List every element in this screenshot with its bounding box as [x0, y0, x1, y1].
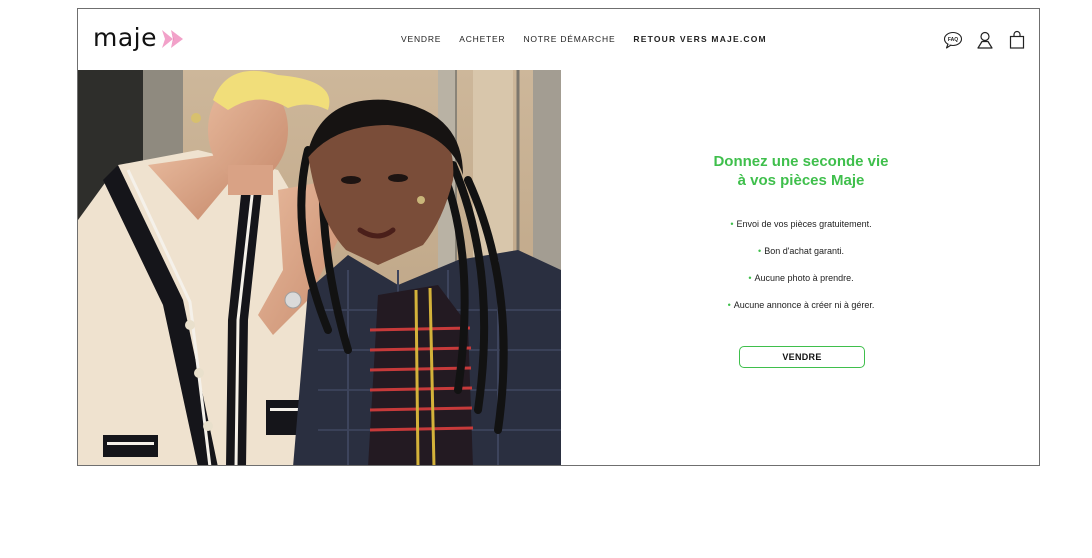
- promo-panel: Donnez une seconde vie à vos pièces Maje…: [561, 70, 1039, 465]
- benefit-text: Envoi de vos pièces gratuitement.: [736, 219, 872, 229]
- list-item: • Aucune photo à prendre.: [561, 271, 1039, 298]
- list-item: • Bon d'achat garanti.: [561, 244, 1039, 271]
- logo[interactable]: maje: [93, 23, 185, 53]
- logo-text: maje: [93, 23, 157, 52]
- faq-icon-label: FAQ: [948, 37, 958, 43]
- logo-arrows-icon: [162, 30, 183, 48]
- bullet-dot: •: [730, 219, 734, 229]
- header-icons: FAQ: [943, 30, 1027, 50]
- bag-icon[interactable]: [1007, 30, 1027, 50]
- site-header: maje VENDRE ACHETER NOTRE DÉMARCHE RETOU…: [78, 9, 1039, 70]
- nav-vendre[interactable]: VENDRE: [401, 34, 441, 44]
- page-frame: maje VENDRE ACHETER NOTRE DÉMARCHE RETOU…: [77, 8, 1040, 466]
- hero-photo: [78, 70, 561, 465]
- headline-line-2: à vos pièces Maje: [737, 172, 865, 189]
- list-item: • Aucune annonce à créer ni à gérer.: [561, 298, 1039, 325]
- nav-acheter[interactable]: ACHETER: [459, 34, 505, 44]
- headline-line-1: Donnez une seconde vie: [713, 153, 889, 170]
- nav-retour-maje[interactable]: RETOUR VERS MAJE.COM: [633, 34, 766, 44]
- benefit-text: Aucune photo à prendre.: [754, 273, 854, 283]
- vendre-button[interactable]: VENDRE: [739, 346, 865, 368]
- faq-icon[interactable]: FAQ: [943, 30, 963, 50]
- main-nav: VENDRE ACHETER NOTRE DÉMARCHE RETOUR VER…: [401, 34, 767, 44]
- hero-photo-illustration: [78, 70, 561, 465]
- nav-notre-demarche[interactable]: NOTRE DÉMARCHE: [523, 34, 615, 44]
- list-item: • Envoi de vos pièces gratuitement.: [561, 217, 1039, 244]
- bullet-dot: •: [758, 246, 762, 256]
- bullet-dot: •: [748, 273, 752, 283]
- benefits-list: • Envoi de vos pièces gratuitement. • Bon …: [561, 217, 1039, 325]
- promo-headline: Donnez une seconde vie à vos pièces Maje: [561, 152, 1039, 190]
- bullet-dot: •: [727, 300, 731, 310]
- benefit-text: Bon d'achat garanti.: [764, 246, 844, 256]
- user-icon[interactable]: [975, 30, 995, 50]
- benefit-text: Aucune annonce à créer ni à gérer.: [733, 300, 875, 310]
